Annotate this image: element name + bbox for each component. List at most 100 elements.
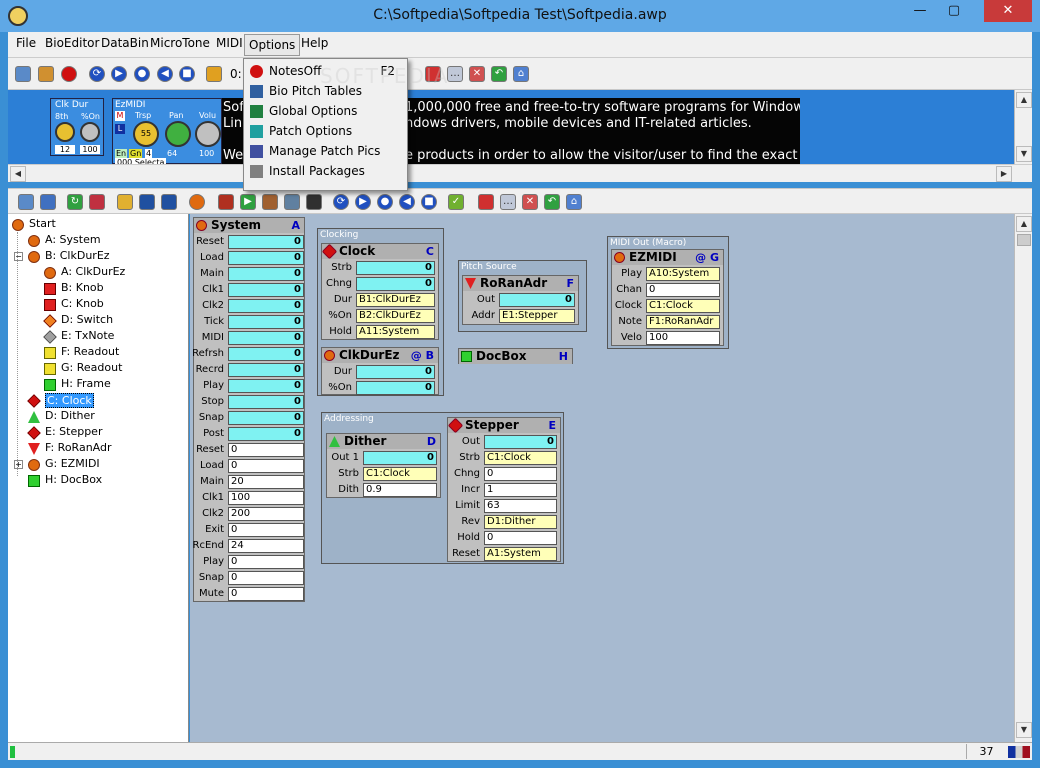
param-value[interactable]: 0 — [228, 347, 304, 361]
tree-node[interactable]: G: Readout — [44, 361, 178, 377]
param-value[interactable]: 100 — [646, 331, 720, 345]
mute-flag[interactable]: M — [115, 111, 125, 121]
ezmidi-module[interactable]: EZMIDI @ G Play A10:System Chan 0 Clock C1:Clo… — [611, 249, 724, 346]
minimize-button[interactable]: — — [906, 0, 934, 22]
param-value[interactable]: 0 — [228, 283, 304, 297]
edit-icon[interactable] — [262, 194, 278, 210]
menu-databin[interactable]: DataBin — [101, 36, 149, 50]
transpose-knob[interactable]: 55 — [133, 121, 159, 147]
param-value[interactable]: E1:Stepper — [499, 309, 575, 323]
param-value[interactable]: 0 — [356, 381, 435, 395]
pin2-icon[interactable] — [478, 194, 494, 210]
canvas-scroll-up-icon[interactable]: ▲ — [1016, 216, 1032, 232]
param-value[interactable]: 0 — [646, 283, 720, 297]
menu-options[interactable]: Options — [244, 34, 301, 56]
tree-node[interactable]: F: RoRanAdr — [28, 441, 178, 457]
refresh2-icon[interactable]: ⟳ — [333, 194, 349, 210]
tree-node[interactable]: C: Clock — [27, 393, 178, 409]
options-menu-item[interactable]: Install Packages — [246, 161, 405, 181]
undo-arrow-icon[interactable]: ↶ — [491, 66, 507, 82]
param-value[interactable]: 0 — [228, 395, 304, 409]
setting-value[interactable]: 0 — [228, 523, 304, 537]
param-value[interactable]: A10:System — [646, 267, 720, 281]
param-value[interactable]: A1:System — [484, 547, 557, 561]
param-value[interactable]: 0 — [228, 411, 304, 425]
rewind-icon[interactable]: ◀ — [157, 66, 173, 82]
home2-icon[interactable]: ⌂ — [566, 194, 582, 210]
setting-value[interactable]: 0 — [228, 555, 304, 569]
tree-node[interactable]: A: ClkDurEz — [44, 265, 178, 281]
param-value[interactable]: 0 — [228, 267, 304, 281]
local-flag[interactable]: L — [115, 124, 125, 134]
system-module[interactable]: System A Reset 0 Load 0 Main 0 Clk1 0 Clk2 0 Tick 0 M… — [192, 217, 305, 602]
menu-bioeditor[interactable]: BioEditor — [45, 36, 99, 50]
options-menu-item[interactable]: Bio Pitch Tables — [246, 81, 405, 101]
scroll-right-icon[interactable]: ▶ — [996, 166, 1012, 182]
clapper-icon[interactable] — [306, 194, 322, 210]
tree-node[interactable]: F: Readout — [44, 345, 178, 361]
home-icon[interactable]: ⌂ — [513, 66, 529, 82]
clock-module[interactable]: Clock C Strb 0 Chng 0 Dur B1:ClkDurEz %On B2:Clk… — [321, 243, 439, 340]
param-value[interactable]: 0 — [228, 251, 304, 265]
menu-help[interactable]: Help — [301, 36, 328, 50]
tree-node[interactable]: + G: EZMIDI — [14, 457, 178, 473]
gen-toggle[interactable]: Gn — [129, 149, 143, 158]
lock-icon[interactable] — [38, 66, 54, 82]
tree-node[interactable]: H: Frame — [44, 377, 178, 393]
scroll-up-icon[interactable]: ▲ — [1016, 92, 1032, 108]
scroll-left-icon[interactable]: ◀ — [10, 166, 26, 182]
param-value[interactable]: 63 — [484, 499, 557, 513]
param-value[interactable]: 1 — [484, 483, 557, 497]
stop-icon[interactable]: ■ — [179, 66, 195, 82]
comment2-icon[interactable]: … — [500, 194, 516, 210]
param-value[interactable]: C1:Clock — [646, 299, 720, 313]
param-value[interactable]: 0 — [484, 467, 557, 481]
param-value[interactable]: 0 — [356, 261, 435, 275]
setting-value[interactable]: 20 — [228, 475, 304, 489]
checkmark-icon[interactable]: ✓ — [448, 194, 464, 210]
refresh-icon[interactable]: ⟳ — [89, 66, 105, 82]
on-percent-knob[interactable] — [80, 122, 100, 142]
patch-canvas[interactable]: System A Reset 0 Load 0 Main 0 Clk1 0 Clk2 0 Tick 0 M… — [190, 214, 1032, 742]
monitor-icon[interactable] — [40, 194, 56, 210]
stepper-module[interactable]: Stepper E Out 0 Strb C1:Clock Chng 0 Incr 1 Limit… — [447, 417, 561, 562]
param-value[interactable]: 0 — [228, 299, 304, 313]
tree-node[interactable]: B: Knob — [44, 281, 178, 297]
options-menu-item[interactable]: NotesOff F2 — [246, 61, 405, 81]
enable-toggle[interactable]: En — [115, 149, 128, 158]
banner-vscroll[interactable]: ▲ ▼ — [1014, 90, 1032, 164]
canvas-scroll-down-icon[interactable]: ▼ — [1016, 722, 1032, 738]
open-window-icon[interactable] — [15, 66, 31, 82]
channel-value[interactable]: 4 — [145, 149, 153, 158]
play2-icon[interactable]: ▶ — [355, 194, 371, 210]
param-value[interactable]: 0 — [356, 277, 435, 291]
pin-icon[interactable] — [425, 66, 441, 82]
delete2-icon[interactable]: ✕ — [522, 194, 538, 210]
param-value[interactable]: A11:System — [356, 325, 435, 339]
param-value[interactable]: 0 — [228, 235, 304, 249]
pan-knob[interactable] — [165, 121, 191, 147]
clkdurez-module[interactable]: ClkDurEz @ B Dur 0 %On 0 — [321, 347, 439, 395]
tree-node[interactable]: E: TxNote — [43, 329, 178, 345]
record-ball-icon[interactable] — [61, 66, 77, 82]
docbox-module[interactable]: DocBox H — [458, 348, 573, 364]
menu-microtone[interactable]: MicroTone — [150, 36, 210, 50]
canvas-scroll-thumb[interactable] — [1017, 234, 1031, 246]
clkdur-knob[interactable] — [55, 122, 75, 142]
param-value[interactable]: F1:RoRanAdr — [646, 315, 720, 329]
param-value[interactable]: 0 — [484, 531, 557, 545]
undo2-icon[interactable]: ↶ — [544, 194, 560, 210]
delete-icon[interactable]: ✕ — [469, 66, 485, 82]
tree-expand-toggle[interactable]: − — [14, 252, 23, 261]
tree-node[interactable]: H: DocBox — [28, 473, 178, 489]
setting-value[interactable]: 0 — [228, 459, 304, 473]
setting-value[interactable]: 0 — [228, 587, 304, 601]
tree-node[interactable]: − B: ClkDurEz — [14, 249, 178, 265]
param-value[interactable]: 0 — [228, 363, 304, 377]
setting-value[interactable]: 0 — [228, 571, 304, 585]
flag-icon[interactable] — [206, 66, 222, 82]
roranadr-module[interactable]: RoRanAdr F Out 0 Addr E1:Stepper — [462, 275, 579, 325]
copy-icon[interactable] — [284, 194, 300, 210]
param-value[interactable]: C1:Clock — [484, 451, 557, 465]
save-icon[interactable] — [139, 194, 155, 210]
